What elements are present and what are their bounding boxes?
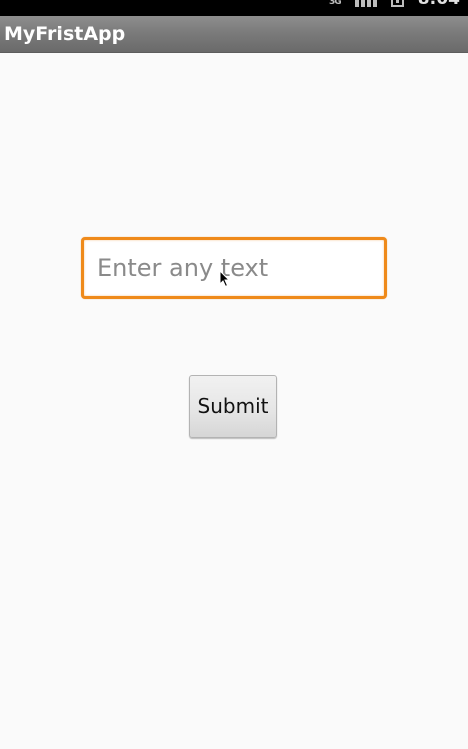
network-type-icon: 3G (329, 0, 342, 7)
app-screen: 3G 8:04 MyFristApp Submit (0, 0, 468, 749)
status-icons: 3G 8:04 (329, 0, 460, 16)
battery-icon (390, 0, 404, 7)
app-title-bar: MyFristApp (0, 16, 468, 53)
app-title: MyFristApp (4, 23, 126, 45)
submit-button[interactable]: Submit (189, 375, 277, 438)
status-bar: 3G 8:04 (0, 0, 468, 16)
signal-strength-icon (354, 0, 377, 8)
text-input-field[interactable] (81, 237, 387, 299)
status-clock: 8:04 (418, 0, 460, 8)
